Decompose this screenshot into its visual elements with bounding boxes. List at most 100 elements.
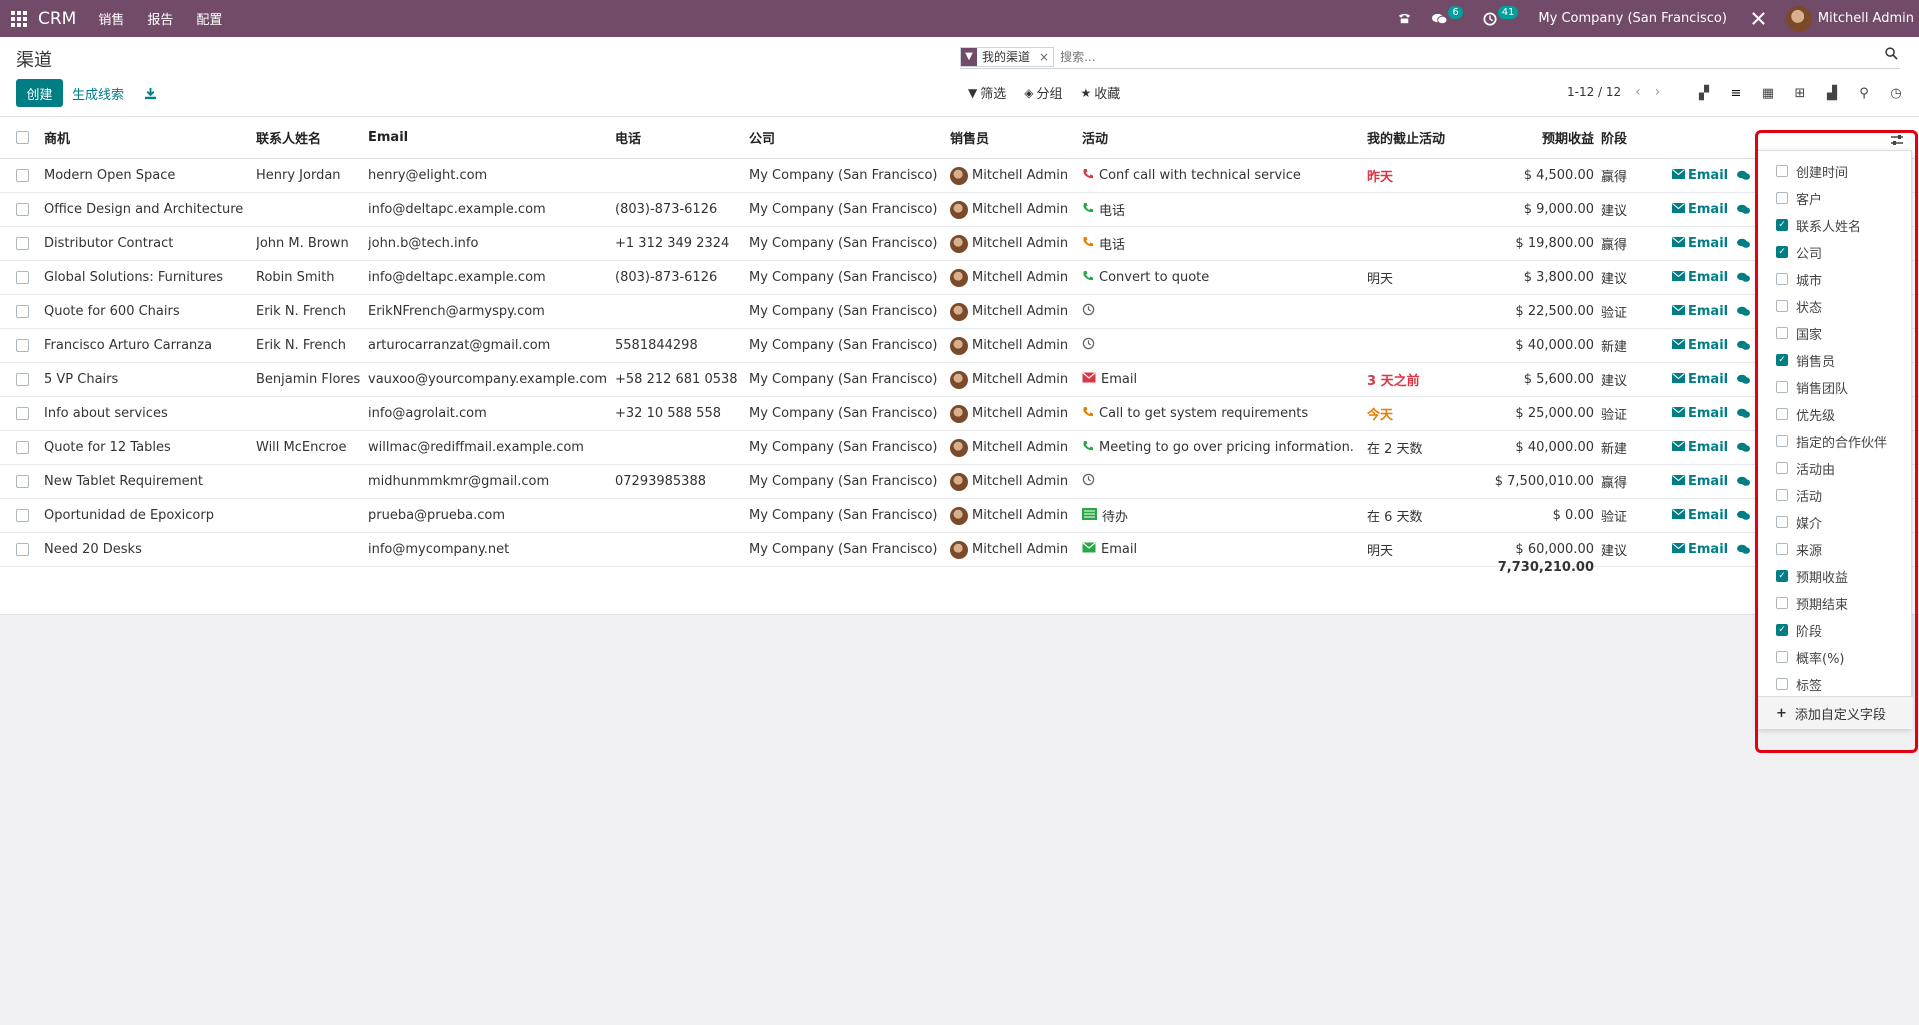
header-revenue[interactable]: 预期收益 — [1500, 117, 1594, 158]
chat-icon[interactable] — [1737, 329, 1750, 362]
pivot-view-button[interactable]: ⊞ — [1784, 79, 1816, 107]
row-checkbox[interactable] — [16, 465, 29, 498]
debug-tools[interactable] — [1751, 11, 1766, 26]
unchecked-checkbox[interactable] — [1776, 300, 1788, 312]
optional-column-item[interactable]: 媒介 — [1776, 512, 1822, 532]
optional-column-item[interactable]: ✓ 预期收益 — [1776, 566, 1848, 586]
checked-checkbox[interactable]: ✓ — [1776, 219, 1788, 231]
optional-column-item[interactable]: ✓ 阶段 — [1776, 620, 1822, 640]
cell-salesperson[interactable]: Mitchell Admin — [950, 329, 1068, 362]
unchecked-checkbox[interactable] — [1776, 516, 1788, 528]
cell-salesperson[interactable]: Mitchell Admin — [950, 363, 1068, 396]
chat-icon[interactable] — [1737, 465, 1750, 498]
cell-activity[interactable]: Email — [1082, 363, 1137, 396]
header-salesperson[interactable]: 销售员 — [950, 117, 989, 158]
header-activity[interactable]: 活动 — [1082, 117, 1108, 158]
table-row[interactable]: 5 VP Chairs Benjamin Flores vauxoo@yourcom… — [0, 363, 1919, 397]
cell-activity[interactable]: Meeting to go over pricing information. — [1082, 431, 1354, 464]
calendar-view-button[interactable]: ▦ — [1752, 79, 1784, 107]
send-email-button[interactable]: Email — [1672, 363, 1728, 396]
user-menu[interactable]: Mitchell Admin — [1785, 5, 1914, 32]
phone-icon[interactable] — [1082, 168, 1094, 184]
clock-icon[interactable] — [1082, 303, 1095, 320]
list-view-button[interactable]: ≡ — [1720, 79, 1752, 107]
chat-icon[interactable] — [1737, 193, 1750, 226]
row-checkbox[interactable] — [16, 193, 29, 226]
table-row[interactable]: Info about services info@agrolait.com +32 … — [0, 397, 1919, 431]
cell-activity[interactable]: Convert to quote — [1082, 261, 1209, 294]
cell-activity[interactable]: Email — [1082, 533, 1137, 566]
chevron-right-icon[interactable]: › — [1655, 84, 1661, 100]
unchecked-checkbox[interactable] — [1776, 543, 1788, 555]
cell-activity[interactable]: Call to get system requirements — [1082, 397, 1308, 430]
chevron-left-icon[interactable]: ‹ — [1635, 84, 1641, 100]
menu-reporting[interactable]: 报告 — [147, 9, 173, 28]
unchecked-checkbox[interactable] — [1776, 165, 1788, 177]
company-switcher[interactable]: My Company (San Francisco) — [1538, 11, 1726, 26]
optional-column-item[interactable]: 国家 — [1776, 323, 1822, 343]
table-row[interactable]: Quote for 12 Tables Will McEncroe willmac@… — [0, 431, 1919, 465]
cell-salesperson[interactable]: Mitchell Admin — [950, 397, 1068, 430]
activities-systray[interactable]: 41 — [1483, 6, 1519, 26]
unchecked-checkbox[interactable] — [1776, 597, 1788, 609]
search-input[interactable] — [1060, 49, 1900, 64]
optional-column-item[interactable]: ✓ 销售员 — [1776, 350, 1835, 370]
kanban-view-button[interactable]: ▞ — [1688, 79, 1720, 107]
checked-checkbox[interactable]: ✓ — [1776, 570, 1788, 582]
row-checkbox[interactable] — [16, 363, 29, 396]
table-row[interactable]: Modern Open Space Henry Jordan henry@eligh… — [0, 159, 1919, 193]
chat-icon[interactable] — [1737, 397, 1750, 430]
unchecked-checkbox[interactable] — [1776, 462, 1788, 474]
table-row[interactable]: Global Solutions: Furnitures Robin Smith i… — [0, 261, 1919, 295]
cell-salesperson[interactable]: Mitchell Admin — [950, 261, 1068, 294]
row-checkbox[interactable] — [16, 261, 29, 294]
envelope-icon[interactable] — [1082, 542, 1096, 557]
optional-column-item[interactable]: 概率(%) — [1776, 647, 1845, 667]
graph-view-button[interactable]: ▟ — [1816, 79, 1848, 107]
table-row[interactable]: Office Design and Architecture info@delta… — [0, 193, 1919, 227]
optional-column-item[interactable]: ✓ 公司 — [1776, 242, 1822, 262]
cell-activity[interactable]: 电话 — [1082, 193, 1125, 226]
cell-activity[interactable]: Conf call with technical service — [1082, 159, 1301, 192]
table-row[interactable]: New Tablet Requirement midhunmmkmr@gmail.… — [0, 465, 1919, 499]
optional-column-item[interactable]: 来源 — [1776, 539, 1822, 559]
send-email-button[interactable]: Email — [1672, 329, 1728, 362]
chat-icon[interactable] — [1737, 431, 1750, 464]
phone-systray[interactable] — [1397, 11, 1412, 26]
send-email-button[interactable]: Email — [1672, 227, 1728, 260]
search-bar[interactable]: ▼ 我的渠道 × — [960, 45, 1900, 69]
cell-activity[interactable]: 待办 — [1082, 499, 1128, 532]
row-checkbox[interactable] — [16, 227, 29, 260]
send-email-button[interactable]: Email — [1672, 261, 1728, 294]
create-button[interactable]: 创建 — [16, 79, 63, 107]
header-company[interactable]: 公司 — [749, 117, 775, 158]
send-email-button[interactable]: Email — [1672, 159, 1728, 192]
table-row[interactable]: Distributor Contract John M. Brown john.b@… — [0, 227, 1919, 261]
favorites-dropdown[interactable]: ★ 收藏 — [1081, 83, 1121, 103]
cell-activity[interactable] — [1082, 329, 1100, 362]
send-email-button[interactable]: Email — [1672, 193, 1728, 226]
phone-icon[interactable] — [1082, 202, 1094, 218]
map-view-button[interactable]: ⚲ — [1848, 79, 1880, 107]
optional-column-item[interactable]: 创建时间 — [1776, 161, 1848, 181]
send-email-button[interactable]: Email — [1672, 533, 1728, 566]
add-custom-field-button[interactable]: + 添加自定义字段 — [1758, 696, 1913, 729]
phone-icon[interactable] — [1082, 440, 1094, 456]
row-checkbox[interactable] — [16, 533, 29, 566]
unchecked-checkbox[interactable] — [1776, 192, 1788, 204]
cell-activity[interactable]: 电话 — [1082, 227, 1125, 260]
header-stage[interactable]: 阶段 — [1601, 117, 1627, 158]
chat-icon[interactable] — [1737, 159, 1750, 192]
filters-dropdown[interactable]: ▼ 筛选 — [968, 83, 1006, 103]
generate-leads-button[interactable]: 生成线索 — [72, 79, 124, 107]
optional-column-item[interactable]: 预期结束 — [1776, 593, 1848, 613]
optional-columns-toggle[interactable] — [1890, 134, 1904, 150]
envelope-icon[interactable] — [1082, 372, 1096, 387]
unchecked-checkbox[interactable] — [1776, 435, 1788, 447]
row-checkbox[interactable] — [16, 295, 29, 328]
cell-salesperson[interactable]: Mitchell Admin — [950, 227, 1068, 260]
app-brand[interactable]: CRM — [38, 9, 76, 29]
apps-menu-button[interactable] — [0, 0, 38, 37]
optional-column-item[interactable]: 指定的合作伙伴 — [1776, 431, 1887, 451]
send-email-button[interactable]: Email — [1672, 431, 1728, 464]
